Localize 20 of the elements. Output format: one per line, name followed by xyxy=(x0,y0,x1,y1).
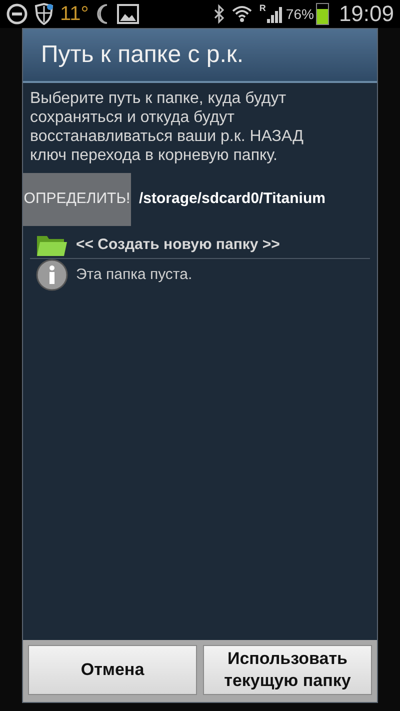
do-not-disturb-icon xyxy=(6,3,28,25)
folder-path: /storage/sdcard0/Titanium xyxy=(139,189,326,210)
define-button[interactable]: ОПРЕДЕЛИТЬ! xyxy=(23,173,131,226)
temperature: 11° xyxy=(60,4,89,24)
shield-icon xyxy=(34,3,54,25)
wifi-icon xyxy=(231,4,254,24)
bluetooth-icon xyxy=(213,4,226,24)
info-icon xyxy=(36,259,68,291)
battery-percent: 76% xyxy=(286,7,314,21)
signal-icon xyxy=(266,4,284,24)
use-folder-button[interactable]: Использовать текущую папку xyxy=(203,645,372,695)
create-folder-item[interactable]: << Создать новую папку >> xyxy=(30,232,370,259)
dialog-title: Путь к папке с р.к. xyxy=(41,40,244,70)
message-text: Выберите путь к папке, куда будут сохраняться и откуда будут восстанавливаться ваши р.к. НАЗАД ключ перехода в корневую папку. xyxy=(29,89,304,165)
image-icon xyxy=(116,4,139,24)
cancel-button[interactable]: Отмена xyxy=(28,645,197,695)
roaming-indicator: R xyxy=(259,4,266,13)
battery-icon xyxy=(316,3,329,25)
empty-folder-item: Эта папка пуста. xyxy=(30,259,370,291)
clock: 19:09 xyxy=(338,3,394,25)
